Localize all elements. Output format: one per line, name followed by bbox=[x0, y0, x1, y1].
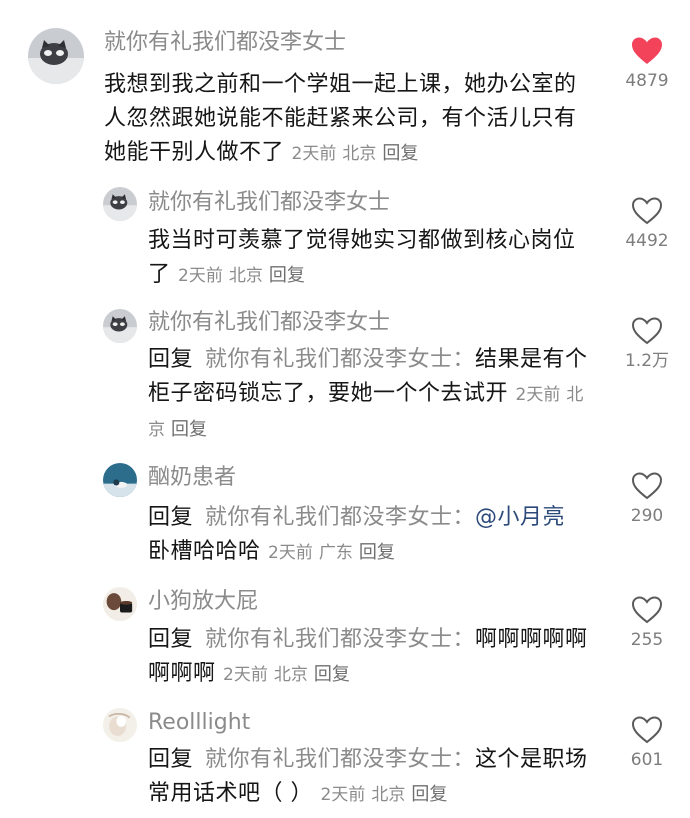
like-count: 290 bbox=[630, 506, 664, 526]
like-button[interactable]: 601 bbox=[607, 715, 687, 771]
comment-location: 北京 bbox=[273, 665, 308, 685]
comment-time: 2天前 bbox=[268, 543, 313, 563]
avatar-light-image bbox=[103, 708, 137, 742]
comment-item: 就你有礼我们都没李女士 我想到我之前和一个学姐一起上课，她办公室的人忽然跟她说能… bbox=[0, 0, 690, 170]
comment-meta: 2天前 北京 回复 bbox=[223, 664, 356, 685]
reply-prefix: 回复 bbox=[148, 747, 194, 772]
comment-text: 回复 就你有礼我们都没李女士：这个是职场常用话术吧（ ） 2天前 北京 回复 bbox=[148, 743, 593, 812]
comment-item: 就你有礼我们都没李女士 回复 就你有礼我们都没李女士：结果是有个柜子密码锁忘了，要… bbox=[0, 300, 690, 455]
reply-prefix: 回复 bbox=[148, 347, 194, 372]
comment-time: 2天前 bbox=[320, 785, 366, 805]
avatar-coffee-image bbox=[103, 587, 137, 621]
comment-meta: 2天前 北京 回复 bbox=[320, 784, 454, 805]
reply-to-user[interactable]: 就你有礼我们都没李女士： bbox=[205, 347, 475, 372]
like-button[interactable]: 255 bbox=[607, 595, 687, 651]
comment-text: 我当时可羡慕了觉得她实习都做到核心岗位了 2天前 北京 回复 bbox=[148, 224, 588, 293]
heart-outline-icon bbox=[631, 317, 663, 345]
comment-meta: 2天前 北京 回复 bbox=[178, 265, 311, 286]
reply-button[interactable]: 回复 bbox=[269, 265, 305, 286]
like-button[interactable]: 4879 bbox=[607, 36, 687, 92]
comment-item: 小狗放大屁 回复 就你有礼我们都没李女士：啊啊啊啊啊啊啊啊 2天前 北京 回复 255 bbox=[0, 583, 690, 703]
avatar[interactable] bbox=[28, 28, 84, 84]
comment-time: 2天前 bbox=[291, 144, 337, 164]
reply-prefix: 回复 bbox=[148, 505, 194, 530]
heart-outline-icon bbox=[631, 472, 663, 500]
comment-body: 卧槽哈哈哈 bbox=[148, 539, 261, 564]
heart-outline-icon bbox=[631, 716, 663, 744]
avatar-cat-image bbox=[103, 187, 137, 221]
username[interactable]: Reolllight bbox=[148, 708, 250, 738]
like-count: 4492 bbox=[625, 231, 669, 251]
username[interactable]: 就你有礼我们都没李女士 bbox=[148, 308, 390, 338]
comment-meta: 2天前 广东 回复 bbox=[268, 542, 401, 563]
reply-button[interactable]: 回复 bbox=[382, 143, 418, 164]
avatar[interactable] bbox=[103, 587, 137, 621]
avatar[interactable] bbox=[103, 187, 137, 221]
username[interactable]: 小狗放大屁 bbox=[148, 587, 258, 617]
heart-outline-icon bbox=[631, 197, 663, 225]
like-count: 4879 bbox=[625, 71, 669, 91]
avatar-cat-image bbox=[28, 28, 84, 84]
comment-time: 2天前 bbox=[515, 385, 561, 405]
comment-time: 2天前 bbox=[223, 665, 268, 685]
comment-location: 广东 bbox=[318, 543, 353, 563]
comment-text: 我想到我之前和一个学姐一起上课，她办公室的人忽然跟她说能不能赶紧来公司，有个活儿… bbox=[104, 68, 594, 171]
reply-button[interactable]: 回复 bbox=[359, 542, 395, 563]
heart-filled-icon bbox=[632, 37, 662, 64]
username[interactable]: 酗奶患者 bbox=[148, 463, 236, 493]
avatar[interactable] bbox=[103, 309, 137, 343]
like-count: 601 bbox=[630, 750, 664, 770]
comment-location: 北京 bbox=[228, 266, 263, 286]
like-count: 1.2万 bbox=[624, 351, 670, 371]
avatar[interactable] bbox=[103, 463, 137, 497]
avatar-cat-image bbox=[103, 309, 137, 343]
reply-to-user[interactable]: 就你有礼我们都没李女士： bbox=[205, 747, 475, 772]
reply-button[interactable]: 回复 bbox=[314, 664, 350, 685]
like-button[interactable]: 4492 bbox=[607, 196, 687, 252]
comment-item: 酗奶患者 回复 就你有礼我们都没李女士：@小月亮 卧槽哈哈哈 2天前 广东 回复 29… bbox=[0, 455, 690, 583]
like-button[interactable]: 290 bbox=[607, 471, 687, 527]
comment-location: 北京 bbox=[371, 785, 406, 805]
reply-to-user[interactable]: 就你有礼我们都没李女士： bbox=[205, 505, 475, 530]
comment-time: 2天前 bbox=[178, 266, 223, 286]
comment-item: 就你有礼我们都没李女士 我当时可羡慕了觉得她实习都做到核心岗位了 2天前 北京 回复… bbox=[0, 170, 690, 300]
reply-button[interactable]: 回复 bbox=[411, 784, 447, 805]
comment-text: 回复 就你有礼我们都没李女士：啊啊啊啊啊啊啊啊 2天前 北京 回复 bbox=[148, 623, 593, 692]
comment-location: 北京 bbox=[342, 144, 377, 164]
comment-meta: 2天前 北京 回复 bbox=[291, 143, 425, 164]
reply-prefix: 回复 bbox=[148, 627, 194, 652]
reply-to-user[interactable]: 就你有礼我们都没李女士： bbox=[205, 627, 475, 652]
comment-item: Reolllight 回复 就你有礼我们都没李女士：这个是职场常用话术吧（ ） 2… bbox=[0, 703, 690, 818]
comment-text: 回复 就你有礼我们都没李女士：结果是有个柜子密码锁忘了，要她一个个去试开 2天前北… bbox=[148, 343, 593, 447]
like-count: 255 bbox=[630, 630, 664, 650]
avatar[interactable] bbox=[103, 708, 137, 742]
username[interactable]: 就你有礼我们都没李女士 bbox=[104, 28, 346, 58]
avatar-blue-image bbox=[103, 463, 137, 497]
reply-button[interactable]: 回复 bbox=[171, 419, 207, 440]
comment-text: 回复 就你有礼我们都没李女士：@小月亮 卧槽哈哈哈 2天前 广东 回复 bbox=[148, 501, 593, 570]
like-button[interactable]: 1.2万 bbox=[607, 316, 687, 372]
mention-link[interactable]: @小月亮 bbox=[475, 505, 565, 530]
heart-outline-icon bbox=[631, 596, 663, 624]
username[interactable]: 就你有礼我们都没李女士 bbox=[148, 188, 390, 218]
